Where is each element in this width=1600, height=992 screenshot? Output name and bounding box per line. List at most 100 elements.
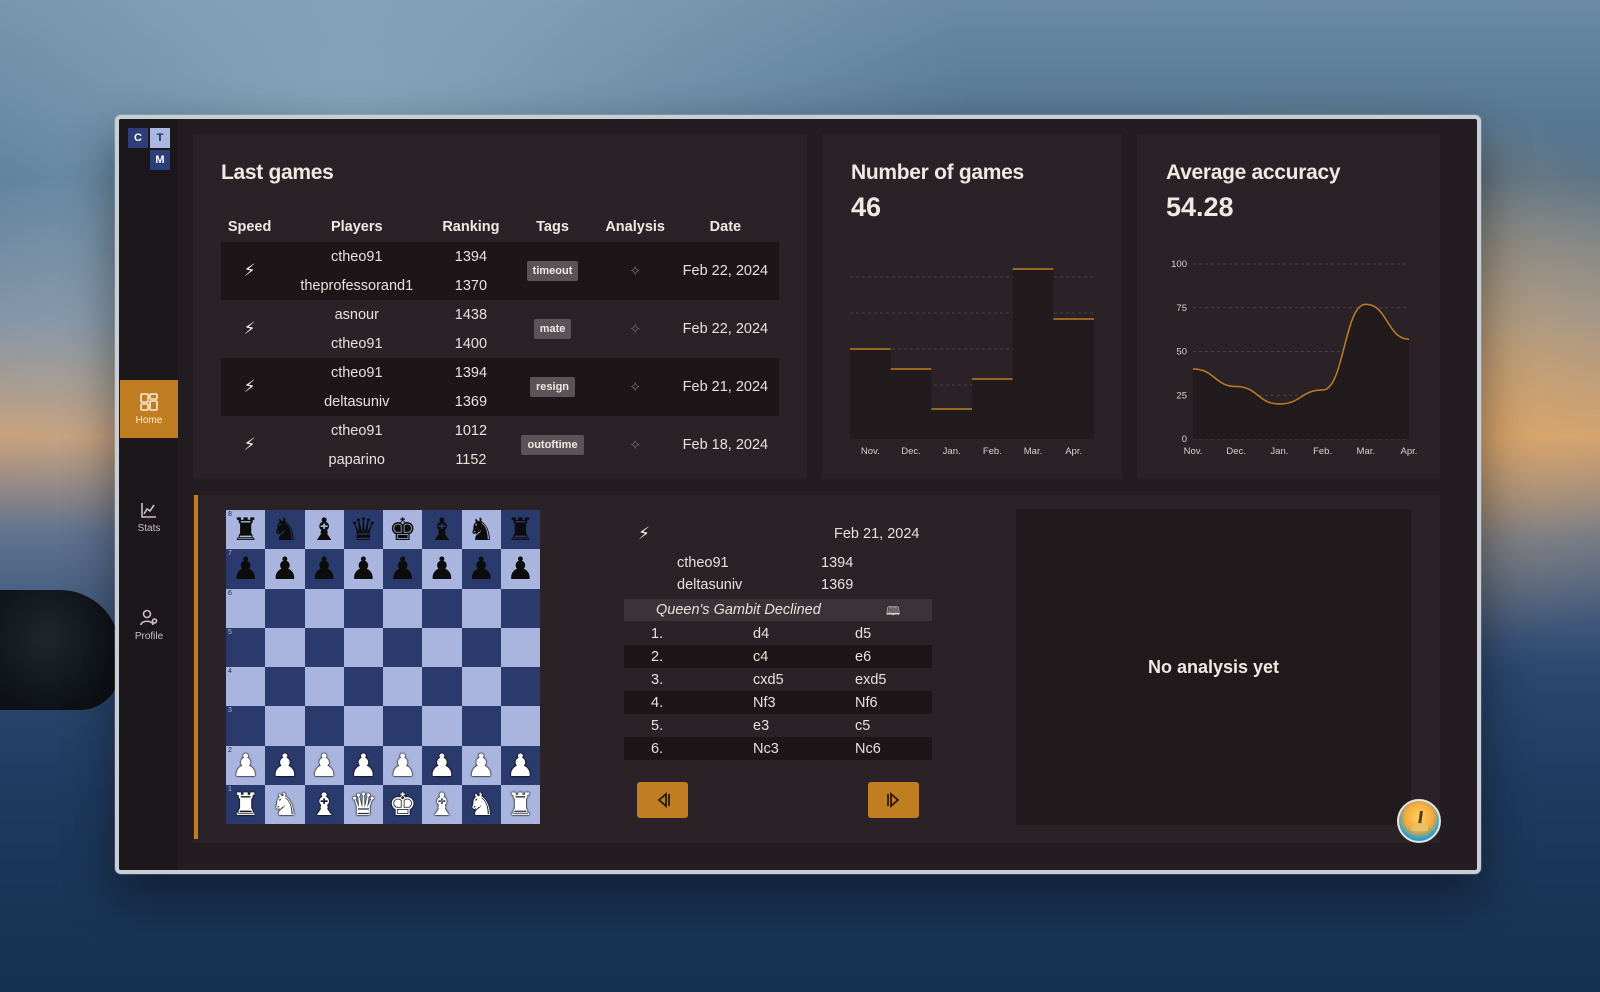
book-icon[interactable]: 🕮︎ [886,602,900,623]
board-square[interactable]: ♞︎ [461,784,501,824]
nav-home[interactable]: Home [120,380,178,438]
board-square[interactable]: 8 ♜︎ [226,510,266,550]
board-square[interactable]: 7 ♟︎ [226,549,266,589]
bar[interactable] [1053,319,1094,439]
black-knight-icon[interactable]: ♞︎ [271,514,299,545]
black-pawn-icon[interactable]: ♟︎ [428,553,456,584]
bar[interactable] [850,349,891,439]
board-square[interactable] [383,627,423,667]
board-square[interactable]: ♟︎ [265,745,305,785]
board-square[interactable]: ♞︎ [461,510,501,550]
bar[interactable] [890,369,932,439]
white-bishop-icon[interactable]: ♝︎ [428,789,456,820]
white-rook-icon[interactable]: ♜︎ [506,789,534,820]
board-square[interactable] [422,588,462,628]
board-square[interactable] [422,627,462,667]
board-square[interactable]: ♝︎ [422,510,462,550]
user-avatar[interactable] [1397,799,1441,843]
move-row[interactable]: 1. d4 d5 [624,622,932,645]
chess-board[interactable]: 8 ♜︎ ♞︎ ♝︎ ♛︎ ♚︎ ♝︎ ♞︎ ♜︎ 7 ♟︎ ♟︎ ♟︎ ♟︎ ♟︎ ♟︎ ♟︎ ♟︎ 6 5 4 3 2 ♟… [226,510,540,824]
white-pawn-icon[interactable]: ♟︎ [349,750,377,781]
black-pawn-icon[interactable]: ♟︎ [310,553,338,584]
board-square[interactable]: ♝︎ [304,510,344,550]
board-square[interactable] [500,667,540,707]
white-rook-icon[interactable]: ♜︎ [232,789,260,820]
black-king-icon[interactable]: ♚︎ [389,514,417,545]
black-move[interactable]: e6 [855,649,871,665]
board-square[interactable]: ♟︎ [383,549,423,589]
white-move[interactable]: d4 [753,626,769,642]
black-pawn-icon[interactable]: ♟︎ [389,553,417,584]
board-square[interactable]: ♟︎ [343,745,383,785]
board-square[interactable]: 2 ♟︎ [226,745,266,785]
board-square[interactable]: ♚︎ [383,510,423,550]
board-square[interactable]: ♟︎ [343,549,383,589]
board-square[interactable]: ♟︎ [461,549,501,589]
next-move-button[interactable] [868,782,919,818]
white-pawn-icon[interactable]: ♟︎ [271,750,299,781]
board-square[interactable]: 6 [226,588,266,628]
col-tags[interactable]: Tags [507,212,599,242]
board-square[interactable]: ♟︎ [422,745,462,785]
magic-wand-icon[interactable]: ✧ [629,263,642,280]
board-square[interactable] [343,706,383,746]
white-move[interactable]: Nf3 [753,695,776,711]
black-pawn-icon[interactable]: ♟︎ [271,553,299,584]
board-square[interactable] [304,588,344,628]
board-square[interactable]: ♝︎ [304,784,344,824]
board-square[interactable]: ♟︎ [304,745,344,785]
board-square[interactable]: ♛︎ [343,784,383,824]
nav-stats[interactable]: Stats [120,488,178,546]
white-move[interactable]: Nc3 [753,741,779,757]
black-knight-icon[interactable]: ♞︎ [467,514,495,545]
white-bishop-icon[interactable]: ♝︎ [310,789,338,820]
board-square[interactable]: ♟︎ [265,549,305,589]
white-pawn-icon[interactable]: ♟︎ [310,750,338,781]
col-speed[interactable]: Speed [221,212,278,242]
board-square[interactable]: ♟︎ [500,549,540,589]
black-move[interactable]: d5 [855,626,871,642]
board-square[interactable] [343,667,383,707]
board-square[interactable] [383,588,423,628]
board-square[interactable]: ♟︎ [383,745,423,785]
board-square[interactable]: ♟︎ [422,549,462,589]
board-square[interactable]: 3 [226,706,266,746]
move-row[interactable]: 5. e3 c5 [624,714,932,737]
black-pawn-icon[interactable]: ♟︎ [467,553,495,584]
board-square[interactable] [304,667,344,707]
white-king-icon[interactable]: ♚︎ [389,789,417,820]
col-players[interactable]: Players [278,212,435,242]
board-square[interactable] [265,667,305,707]
black-move[interactable]: exd5 [855,672,886,688]
board-square[interactable] [461,667,501,707]
white-pawn-icon[interactable]: ♟︎ [389,750,417,781]
table-row[interactable]: ⚡︎ asnour 1438 mate ✧ Feb 22, 2024 [221,300,779,339]
previous-move-button[interactable] [637,782,688,818]
board-square[interactable] [304,627,344,667]
nav-profile[interactable]: Profile [120,596,178,654]
board-square[interactable] [422,667,462,707]
board-square[interactable] [304,706,344,746]
board-square[interactable]: ♝︎ [422,784,462,824]
board-square[interactable]: ♜︎ [500,784,540,824]
board-square[interactable]: ♟︎ [500,745,540,785]
black-pawn-icon[interactable]: ♟︎ [506,553,534,584]
board-square[interactable] [500,627,540,667]
board-square[interactable] [343,588,383,628]
board-square[interactable]: ♞︎ [265,510,305,550]
col-analysis[interactable]: Analysis [599,212,672,242]
board-square[interactable]: 5 [226,627,266,667]
bar[interactable] [972,379,1013,439]
black-bishop-icon[interactable]: ♝︎ [428,514,456,545]
board-square[interactable] [383,667,423,707]
table-row[interactable]: ⚡︎ ctheo91 1394 timeout ✧ Feb 22, 2024 [221,242,779,300]
move-row[interactable]: 3. cxd5 exd5 [624,668,932,691]
board-square[interactable] [500,588,540,628]
col-ranking[interactable]: Ranking [435,212,506,242]
board-square[interactable] [343,627,383,667]
magic-wand-icon[interactable]: ✧ [629,321,642,338]
white-move[interactable]: e3 [753,718,769,734]
board-square[interactable] [461,627,501,667]
white-knight-icon[interactable]: ♞︎ [467,789,495,820]
black-move[interactable]: Nf6 [855,695,878,711]
